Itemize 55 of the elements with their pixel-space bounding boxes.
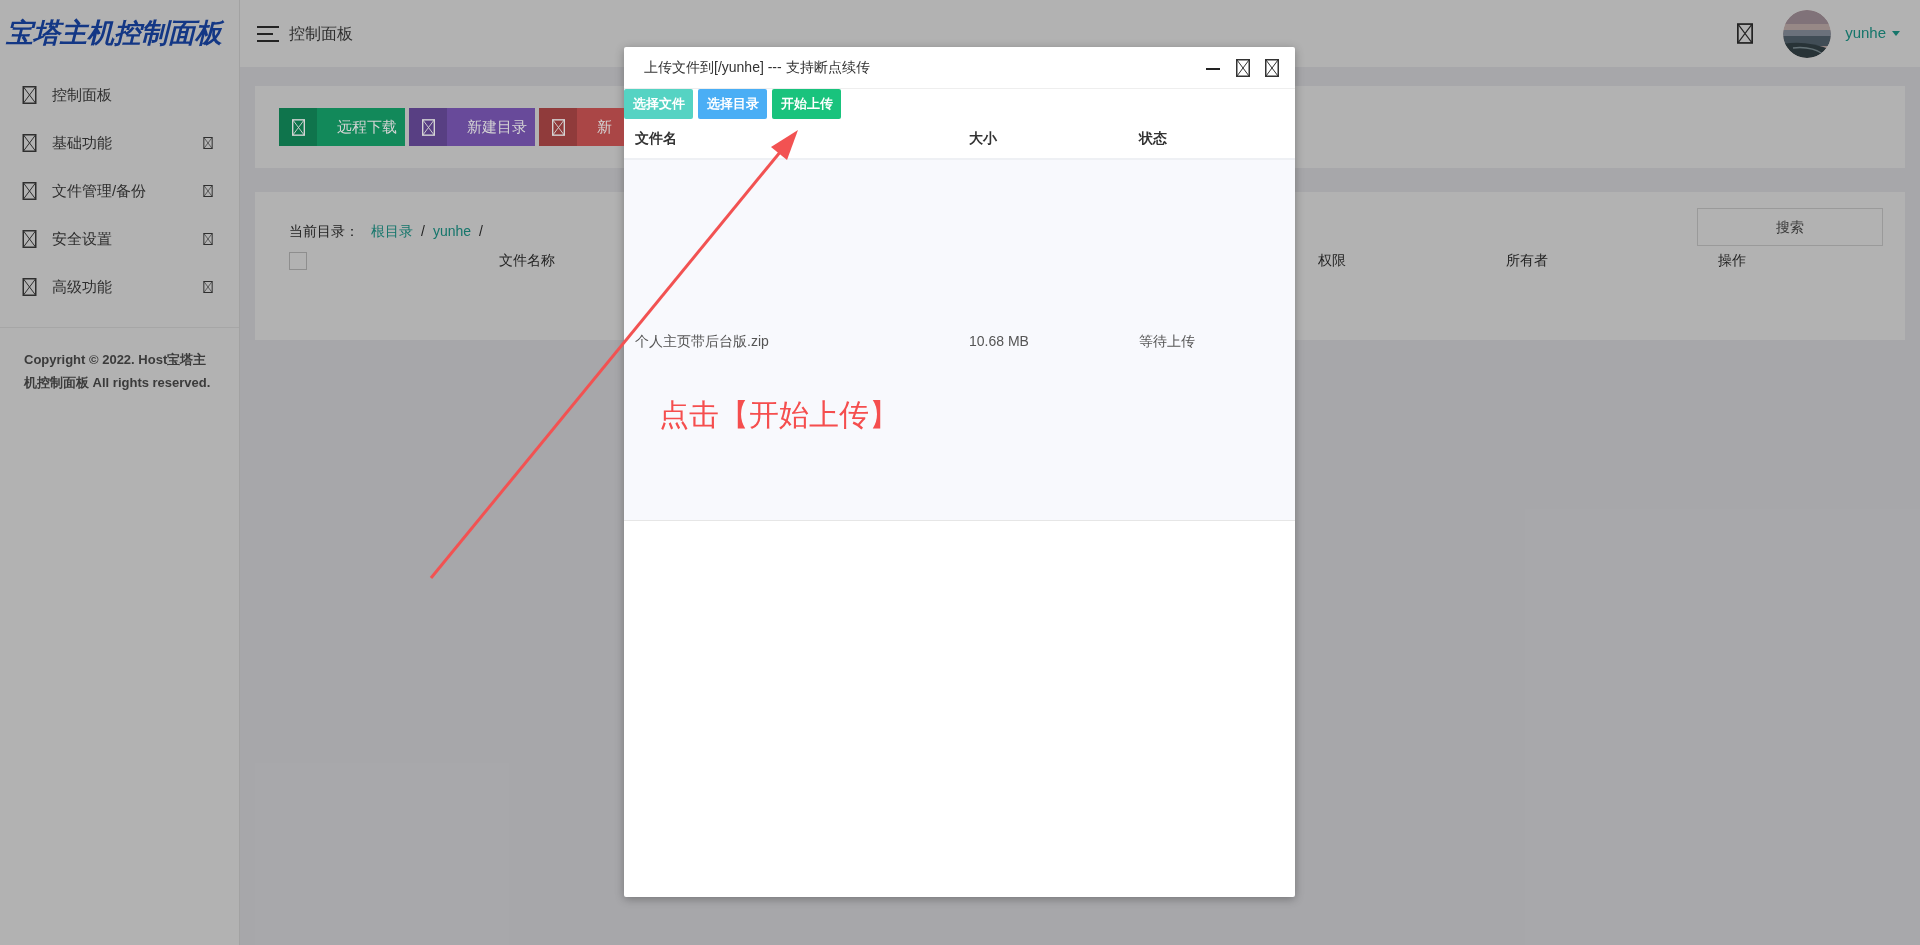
expand-icon [203, 137, 213, 149]
close-icon [1265, 58, 1279, 77]
breadcrumb-separator: / [421, 221, 425, 241]
sidebar-item-label: 文件管理/备份 [52, 180, 148, 201]
broken-image-icon [291, 118, 305, 136]
sidebar-item-label: 高级功能 [52, 276, 113, 297]
dialog-button[interactable]: 开始上传 [772, 89, 841, 119]
sidebar-item-label: 基础功能 [52, 132, 113, 153]
sidebar-item[interactable]: 安全设置 [0, 215, 239, 263]
toolbar-button[interactable]: 新建目录 [409, 108, 535, 146]
search-button[interactable]: 搜索 [1697, 208, 1883, 246]
dialog-title: 上传文件到[/yunhe] --- 支持断点续传 [644, 58, 871, 77]
column-header: 状态 [1139, 129, 1167, 148]
expand-icon [203, 233, 213, 245]
file-name: 个人主页带后台版.zip [635, 331, 770, 351]
column-header: 权限 [1317, 251, 1347, 270]
column-header: 文件名 [635, 129, 678, 148]
annotation-text: 点击【开始上传】 [659, 397, 900, 433]
breadcrumb-link[interactable]: 根目录 [371, 220, 413, 242]
caret-icon [1892, 31, 1900, 36]
sidebar-item[interactable]: 文件管理/备份 [0, 167, 239, 215]
select-all-checkbox[interactable] [289, 251, 307, 270]
broken-image-icon [22, 182, 37, 200]
sidebar-item-label: 控制面板 [52, 84, 113, 105]
broken-image-icon [22, 134, 37, 152]
expand-icon [203, 281, 213, 293]
broken-image-icon [1737, 23, 1754, 44]
broken-image-icon [22, 230, 37, 248]
broken-image-icon [551, 118, 565, 136]
maximize-icon [1236, 58, 1250, 77]
sidebar-item[interactable]: 高级功能 [0, 263, 239, 311]
copyright-text: Copyright © 2022. Host宝塔主机控制面板 All rights reserved. [22, 351, 212, 392]
broken-image-icon [22, 278, 37, 296]
breadcrumb-separator: / [479, 221, 483, 241]
logo: 宝塔主机控制面板 [6, 17, 222, 51]
breadcrumb-link[interactable]: yunhe [432, 220, 472, 242]
column-header: 大小 [969, 129, 998, 148]
toolbar-button[interactable]: 新 [539, 108, 624, 146]
user-menu[interactable]: yunhe [1845, 22, 1900, 45]
column-header: 所有者 [1505, 251, 1549, 270]
sidebar-item[interactable]: 基础功能 [0, 119, 239, 167]
column-header: 文件名称 [498, 251, 556, 270]
toolbar-button[interactable]: 远程下载 [279, 108, 405, 146]
broken-image-icon [421, 118, 435, 136]
file-status: 等待上传 [1139, 331, 1195, 351]
page-title: 控制面板 [289, 23, 353, 44]
breadcrumb-label: 当前目录： [289, 221, 359, 241]
expand-icon [203, 185, 213, 197]
column-header: 操作 [1717, 251, 1747, 270]
file-size: 10.68 MB [969, 331, 1030, 351]
menu-icon[interactable] [257, 25, 279, 42]
sidebar-item-label: 安全设置 [52, 228, 113, 249]
dialog-button[interactable]: 选择目录 [698, 89, 767, 119]
broken-image-icon [22, 86, 37, 104]
sidebar-item[interactable]: 控制面板 [0, 71, 239, 119]
